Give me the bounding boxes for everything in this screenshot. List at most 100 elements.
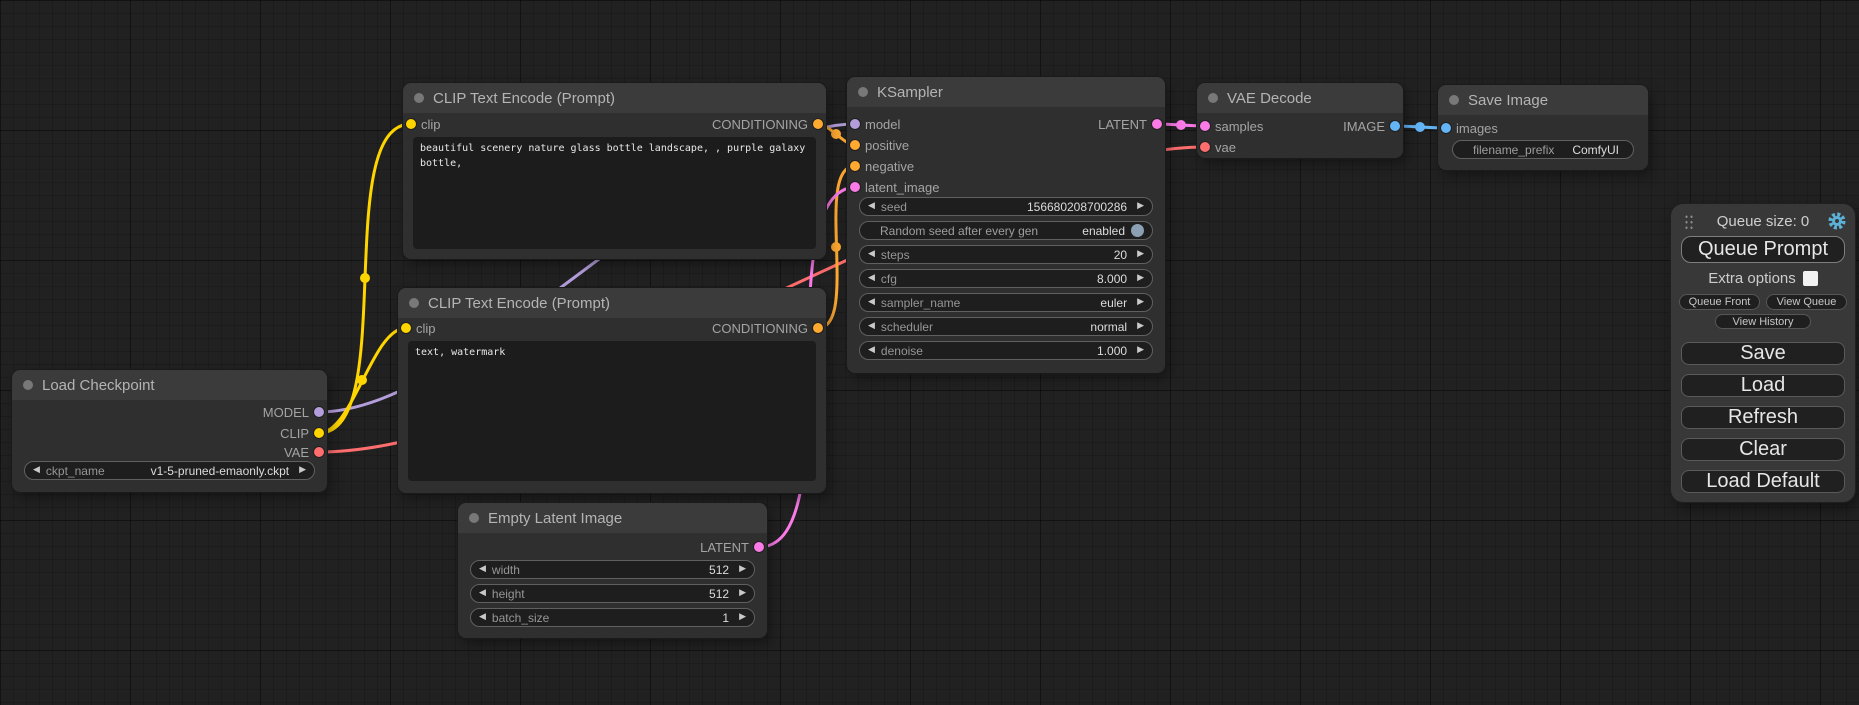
decrement-arrow[interactable]: ◀ bbox=[479, 613, 486, 622]
output-slot-clip[interactable]: CLIP bbox=[280, 423, 327, 443]
output-slot-latent[interactable]: LATENT bbox=[700, 537, 767, 557]
view-history-button[interactable]: View History bbox=[1715, 314, 1811, 329]
seed-widget[interactable]: ◀ seed 156680208700286 ▶ bbox=[859, 197, 1153, 216]
images-input-dot[interactable] bbox=[1441, 123, 1451, 133]
collapse-dot[interactable] bbox=[1449, 95, 1459, 105]
increment-arrow[interactable]: ▶ bbox=[1137, 346, 1144, 355]
output-slot-vae[interactable]: VAE bbox=[284, 442, 327, 462]
node-title-bar[interactable]: Load Checkpoint bbox=[12, 370, 327, 400]
collapse-dot[interactable] bbox=[469, 513, 479, 523]
node-title-bar[interactable]: Save Image bbox=[1438, 85, 1648, 115]
output-slot-latent[interactable]: LATENT bbox=[1098, 114, 1165, 134]
node-title-bar[interactable]: CLIP Text Encode (Prompt) bbox=[398, 288, 826, 318]
increment-arrow[interactable]: ▶ bbox=[1137, 202, 1144, 211]
input-slot-positive[interactable]: positive bbox=[847, 135, 909, 155]
input-slot-negative[interactable]: negative bbox=[847, 156, 914, 176]
increment-arrow[interactable]: ▶ bbox=[1137, 274, 1144, 283]
increment-arrow[interactable]: ▶ bbox=[739, 613, 746, 622]
node-vae-decode[interactable]: VAE Decode samples vae IMAGE bbox=[1197, 83, 1403, 158]
decrement-arrow[interactable]: ◀ bbox=[33, 466, 40, 475]
samples-input-dot[interactable] bbox=[1200, 121, 1210, 131]
input-slot-latent-image[interactable]: latent_image bbox=[847, 177, 939, 197]
node-load-checkpoint[interactable]: Load Checkpoint MODEL CLIP VAE ◀ ckpt_na… bbox=[12, 370, 327, 492]
clear-button[interactable]: Clear bbox=[1681, 438, 1845, 461]
conditioning-output-dot[interactable] bbox=[813, 323, 823, 333]
negative-input-dot[interactable] bbox=[850, 161, 860, 171]
input-slot-model[interactable]: model bbox=[847, 114, 900, 134]
latent-image-input-dot[interactable] bbox=[850, 182, 860, 192]
decrement-arrow[interactable]: ◀ bbox=[868, 346, 875, 355]
decrement-arrow[interactable]: ◀ bbox=[868, 250, 875, 259]
ckpt-name-widget[interactable]: ◀ ckpt_name v1-5-pruned-emaonly.ckpt ▶ bbox=[24, 461, 315, 480]
output-slot-model[interactable]: MODEL bbox=[263, 402, 327, 422]
latent-output-dot[interactable] bbox=[1152, 119, 1162, 129]
node-clip-text-encode-negative[interactable]: CLIP Text Encode (Prompt) clip CONDITION… bbox=[398, 288, 826, 493]
positive-prompt-textarea[interactable]: beautiful scenery nature glass bottle la… bbox=[413, 137, 816, 249]
drag-handle-icon[interactable] bbox=[1684, 214, 1693, 229]
increment-arrow[interactable]: ▶ bbox=[739, 589, 746, 598]
toggle-dot[interactable] bbox=[1131, 224, 1144, 237]
increment-arrow[interactable]: ▶ bbox=[1137, 322, 1144, 331]
node-clip-text-encode-positive[interactable]: CLIP Text Encode (Prompt) clip CONDITION… bbox=[403, 83, 826, 259]
batch-size-widget[interactable]: ◀ batch_size 1 ▶ bbox=[470, 608, 755, 627]
increment-arrow[interactable]: ▶ bbox=[1137, 250, 1144, 259]
sampler-name-widget[interactable]: ◀ sampler_name euler ▶ bbox=[859, 293, 1153, 312]
refresh-button[interactable]: Refresh bbox=[1681, 406, 1845, 429]
input-slot-samples[interactable]: samples bbox=[1197, 116, 1263, 136]
decrement-arrow[interactable]: ◀ bbox=[868, 322, 875, 331]
input-slot-clip[interactable]: clip bbox=[398, 318, 436, 338]
node-graph-canvas[interactable]: Load Checkpoint MODEL CLIP VAE ◀ ckpt_na… bbox=[0, 0, 1859, 705]
load-button[interactable]: Load bbox=[1681, 374, 1845, 397]
node-title-bar[interactable]: KSampler bbox=[847, 77, 1165, 107]
output-slot-conditioning[interactable]: CONDITIONING bbox=[712, 318, 826, 338]
extra-options-checkbox[interactable] bbox=[1803, 271, 1818, 286]
decrement-arrow[interactable]: ◀ bbox=[868, 274, 875, 283]
input-slot-vae[interactable]: vae bbox=[1197, 137, 1236, 157]
latent-output-dot[interactable] bbox=[754, 542, 764, 552]
steps-widget[interactable]: ◀ steps 20 ▶ bbox=[859, 245, 1153, 264]
queue-front-button[interactable]: Queue Front bbox=[1679, 294, 1760, 310]
node-save-image[interactable]: Save Image images filename_prefix ComfyU… bbox=[1438, 85, 1648, 170]
gear-icon[interactable] bbox=[1828, 212, 1846, 230]
height-widget[interactable]: ◀ height 512 ▶ bbox=[470, 584, 755, 603]
clip-output-dot[interactable] bbox=[314, 428, 324, 438]
decrement-arrow[interactable]: ◀ bbox=[868, 202, 875, 211]
model-output-dot[interactable] bbox=[314, 407, 324, 417]
random-seed-toggle-widget[interactable]: Random seed after every gen enabled bbox=[859, 221, 1153, 240]
node-title-bar[interactable]: VAE Decode bbox=[1197, 83, 1403, 113]
width-widget[interactable]: ◀ width 512 ▶ bbox=[470, 560, 755, 579]
output-slot-conditioning[interactable]: CONDITIONING bbox=[712, 114, 826, 134]
input-slot-images[interactable]: images bbox=[1438, 118, 1498, 138]
negative-prompt-textarea[interactable]: text, watermark bbox=[408, 341, 816, 481]
node-ksampler[interactable]: KSampler model positive negative latent_… bbox=[847, 77, 1165, 373]
node-title-bar[interactable]: Empty Latent Image bbox=[458, 503, 767, 533]
vae-input-dot[interactable] bbox=[1200, 142, 1210, 152]
collapse-dot[interactable] bbox=[409, 298, 419, 308]
input-slot-clip[interactable]: clip bbox=[403, 114, 441, 134]
increment-arrow[interactable]: ▶ bbox=[299, 466, 306, 475]
conditioning-output-dot[interactable] bbox=[813, 119, 823, 129]
denoise-widget[interactable]: ◀ denoise 1.000 ▶ bbox=[859, 341, 1153, 360]
cfg-widget[interactable]: ◀ cfg 8.000 ▶ bbox=[859, 269, 1153, 288]
increment-arrow[interactable]: ▶ bbox=[1137, 298, 1144, 307]
collapse-dot[interactable] bbox=[414, 93, 424, 103]
view-queue-button[interactable]: View Queue bbox=[1766, 294, 1847, 310]
decrement-arrow[interactable]: ◀ bbox=[868, 298, 875, 307]
image-output-dot[interactable] bbox=[1390, 121, 1400, 131]
scheduler-widget[interactable]: ◀ scheduler normal ▶ bbox=[859, 317, 1153, 336]
clip-input-dot[interactable] bbox=[401, 323, 411, 333]
node-empty-latent-image[interactable]: Empty Latent Image LATENT ◀ width 512 ▶ … bbox=[458, 503, 767, 638]
save-button[interactable]: Save bbox=[1681, 342, 1845, 365]
filename-prefix-widget[interactable]: filename_prefix ComfyUI bbox=[1452, 140, 1634, 159]
node-title-bar[interactable]: CLIP Text Encode (Prompt) bbox=[403, 83, 826, 113]
collapse-dot[interactable] bbox=[858, 87, 868, 97]
vae-output-dot[interactable] bbox=[314, 447, 324, 457]
increment-arrow[interactable]: ▶ bbox=[739, 565, 746, 574]
collapse-dot[interactable] bbox=[1208, 93, 1218, 103]
model-input-dot[interactable] bbox=[850, 119, 860, 129]
collapse-dot[interactable] bbox=[23, 380, 33, 390]
queue-prompt-button[interactable]: Queue Prompt bbox=[1681, 236, 1845, 263]
decrement-arrow[interactable]: ◀ bbox=[479, 589, 486, 598]
clip-input-dot[interactable] bbox=[406, 119, 416, 129]
positive-input-dot[interactable] bbox=[850, 140, 860, 150]
